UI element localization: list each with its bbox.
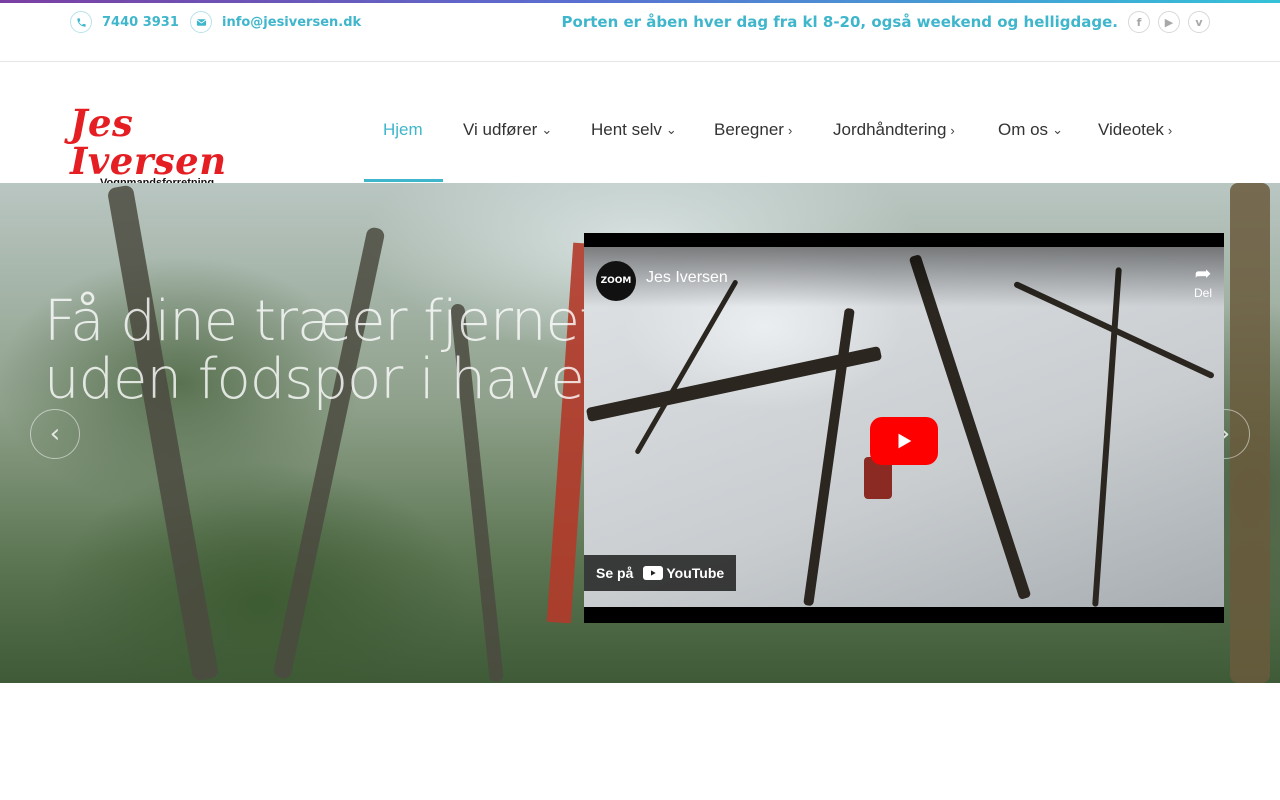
tree-trunk <box>106 184 220 682</box>
slider-prev-button[interactable]: ‹ <box>30 409 80 459</box>
hero-title: Få dine træer fjernet uden fodspor i hav… <box>44 289 636 412</box>
email-link[interactable]: info@jesiversen.dk <box>190 11 361 33</box>
phone-link[interactable]: 7440 3931 <box>70 11 179 33</box>
phone-number: 7440 3931 <box>102 14 179 30</box>
watch-on-youtube-button[interactable]: Se på YouTube <box>584 555 737 591</box>
chevron-right-icon: › <box>1167 122 1173 138</box>
chevron-down-icon: ⌄ <box>541 122 553 137</box>
nav-item-videotek[interactable]: Videotek › <box>1098 120 1172 140</box>
channel-avatar[interactable]: ZOOM <box>596 261 636 301</box>
youtube-embed[interactable]: ZOOM Jes Iversen ➦ Del Se på YouTube <box>584 233 1224 623</box>
hero-title-line: uden fodspor i haven. <box>44 347 636 412</box>
active-nav-indicator <box>364 179 443 182</box>
opening-hours: Porten er åben hver dag fra kl 8-20, ogs… <box>561 13 1118 31</box>
branch <box>803 307 855 607</box>
site-header: Jes Iversen Vognmandsforretning Hjem Vi … <box>0 62 1280 189</box>
youtube-wordmark: YouTube <box>666 565 725 581</box>
share-icon: ➦ <box>1194 263 1212 285</box>
play-icon <box>898 433 912 449</box>
play-button[interactable] <box>870 417 938 465</box>
video-thumbnail: ZOOM Jes Iversen ➦ Del Se på YouTube <box>584 247 1224 607</box>
nav-item-om-os[interactable]: Om os ⌄ <box>998 120 1063 140</box>
hero-title-line: Få dine træer fjernet <box>44 289 601 354</box>
nav-label: Om os <box>998 120 1049 139</box>
nav-label: Vi udfører <box>463 120 538 139</box>
envelope-icon <box>190 11 212 33</box>
phone-icon <box>70 11 92 33</box>
channel-name[interactable]: Jes Iversen <box>646 269 728 287</box>
youtube-play-icon <box>643 566 664 580</box>
share-label: Del <box>1193 286 1212 300</box>
email-address: info@jesiversen.dk <box>222 14 362 30</box>
vimeo-icon[interactable]: v <box>1188 11 1210 33</box>
top-bar: 7440 3931 info@jesiversen.dk Porten er å… <box>0 3 1280 62</box>
nav-item-beregner[interactable]: Beregner › <box>714 120 792 140</box>
hero-slider: Få dine træer fjernet uden fodspor i hav… <box>0 183 1280 683</box>
youtube-icon[interactable]: ▶ <box>1158 11 1180 33</box>
nav-label: Beregner <box>714 120 784 139</box>
watch-on-label: Se på <box>596 565 634 581</box>
nav-label: Videotek <box>1098 120 1164 139</box>
chevron-left-icon: ‹ <box>49 419 61 449</box>
nav-item-hent-selv[interactable]: Hent selv ⌄ <box>591 120 677 140</box>
nav-item-hjem[interactable]: Hjem <box>383 120 423 140</box>
nav-item-vi-udforer[interactable]: Vi udfører ⌄ <box>463 120 552 140</box>
nav-label: Hjem <box>383 120 423 139</box>
facebook-icon[interactable]: f <box>1128 11 1150 33</box>
logo-name: Jes Iversen <box>70 101 227 183</box>
nav-label: Hent selv <box>591 120 662 139</box>
share-button[interactable]: ➦ Del <box>1194 261 1212 300</box>
chevron-right-icon: › <box>950 122 955 138</box>
chevron-down-icon: ⌄ <box>665 122 677 137</box>
youtube-logo: YouTube <box>643 565 724 581</box>
nav-item-jordhandtering[interactable]: Jordhåndtering › <box>833 120 955 140</box>
nav-label: Jordhåndtering <box>833 120 947 139</box>
site-logo[interactable]: Jes Iversen Vognmandsforretning <box>70 104 250 189</box>
chevron-right-icon: › <box>787 122 793 138</box>
chevron-down-icon: ⌄ <box>1052 122 1063 137</box>
